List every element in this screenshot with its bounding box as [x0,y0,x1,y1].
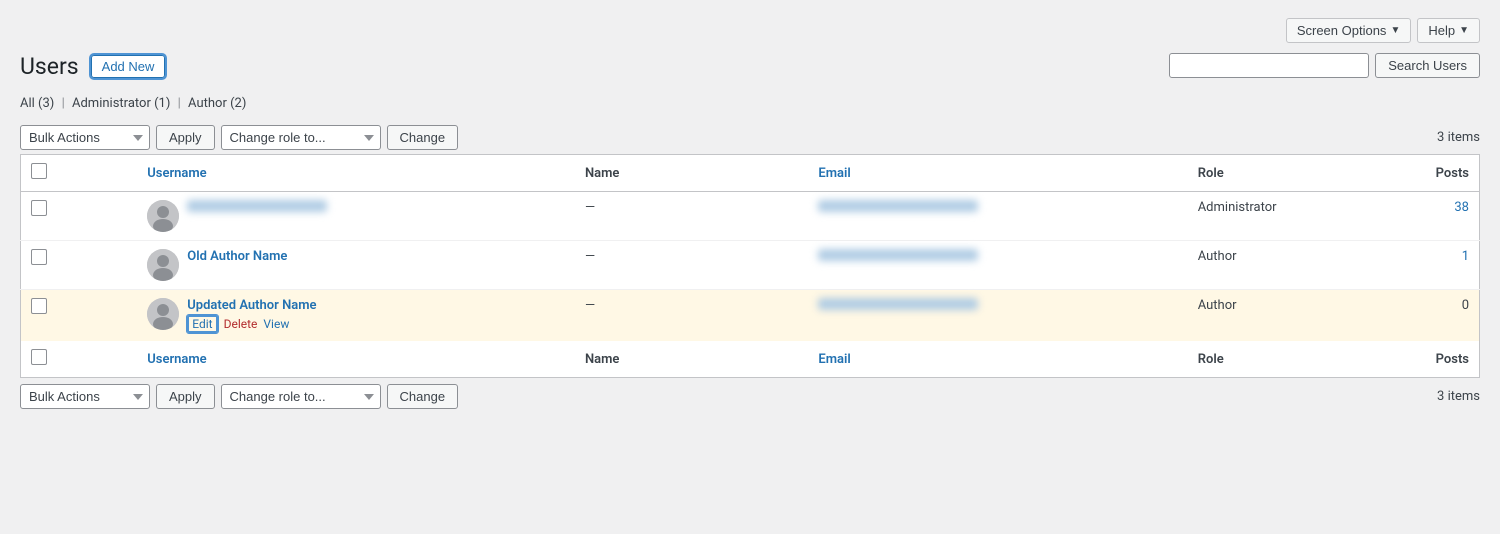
row3-role: Author [1188,290,1363,342]
role-column-header: Role [1188,155,1363,192]
row1-username-blurred [187,200,327,212]
bulk-actions-select-top[interactable]: Bulk Actions [20,125,150,150]
row2-posts-link[interactable]: 1 [1462,249,1469,264]
bottom-toolbar: Bulk Actions Apply Change role to... Cha… [20,384,1480,409]
apply-button-top[interactable]: Apply [156,125,215,150]
table-row: — Administrator 38 [21,192,1480,241]
filter-administrator-link[interactable]: Administrator (1) [72,96,174,111]
row2-username-link[interactable]: Old Author Name [187,249,287,264]
items-count-bottom: 3 items [1437,389,1480,404]
row2-checkbox[interactable] [31,249,47,265]
change-button-bottom[interactable]: Change [387,384,459,409]
row1-checkbox[interactable] [31,200,47,216]
row1-avatar [147,200,179,232]
page-title: Users [20,53,79,80]
row3-delete-link[interactable]: Delete [224,317,258,331]
help-label: Help [1428,23,1455,38]
table-row: Updated Author Name Edit Delete View — [21,290,1480,342]
row3-avatar [147,298,179,330]
change-role-select-bottom[interactable]: Change role to... [221,384,381,409]
posts-column-footer: Posts [1363,341,1480,378]
table-row: Old Author Name — Author 1 [21,241,1480,290]
row2-avatar [147,249,179,281]
email-column-header[interactable]: Email [818,166,850,181]
row1-posts-link[interactable]: 38 [1454,200,1469,215]
screen-options-arrow-icon: ▼ [1390,25,1400,36]
row3-email-blurred [818,298,978,310]
change-role-select-top[interactable]: Change role to... [221,125,381,150]
table-header-row: Username Name Email Role Posts [21,155,1480,192]
name-column-header: Name [575,155,808,192]
row3-name: — [575,290,808,342]
role-column-footer: Role [1188,341,1363,378]
add-new-button[interactable]: Add New [91,55,166,78]
filter-all-link[interactable]: All (3) [20,96,58,111]
help-arrow-icon: ▼ [1459,25,1469,36]
username-column-footer[interactable]: Username [147,352,206,367]
row3-view-link[interactable]: View [263,317,289,331]
row2-email-blurred [818,249,978,261]
change-button-top[interactable]: Change [387,125,459,150]
users-table: Username Name Email Role Posts [20,154,1480,378]
row3-checkbox[interactable] [31,298,47,314]
posts-column-header: Posts [1363,155,1480,192]
select-all-checkbox[interactable] [31,163,47,179]
row2-name: — [575,241,808,290]
apply-button-bottom[interactable]: Apply [156,384,215,409]
row3-posts: 0 [1363,290,1480,342]
email-column-footer[interactable]: Email [818,352,850,367]
row3-username-link[interactable]: Updated Author Name [187,298,316,313]
filter-author-link[interactable]: Author (2) [188,96,246,111]
select-all-checkbox-footer[interactable] [31,349,47,365]
items-count-top: 3 items [1437,130,1480,145]
row3-edit-link[interactable]: Edit [192,317,212,331]
row2-role: Author [1188,241,1363,290]
bulk-actions-select-bottom[interactable]: Bulk Actions [20,384,150,409]
screen-options-label: Screen Options [1297,23,1387,38]
screen-options-button[interactable]: Screen Options ▼ [1286,18,1412,43]
search-input[interactable] [1169,53,1369,78]
row1-role: Administrator [1188,192,1363,241]
name-column-footer: Name [575,341,808,378]
search-users-button[interactable]: Search Users [1375,53,1480,78]
row1-name: — [575,192,808,241]
filter-links: All (3) | Administrator (1) | Author (2) [20,96,246,111]
row1-email-blurred [818,200,978,212]
row3-actions: Edit Delete View [187,315,316,333]
help-button[interactable]: Help ▼ [1417,18,1480,43]
table-footer-row: Username Name Email Role Posts [21,341,1480,378]
username-column-header[interactable]: Username [147,166,206,181]
search-bar: Search Users [1169,53,1480,78]
